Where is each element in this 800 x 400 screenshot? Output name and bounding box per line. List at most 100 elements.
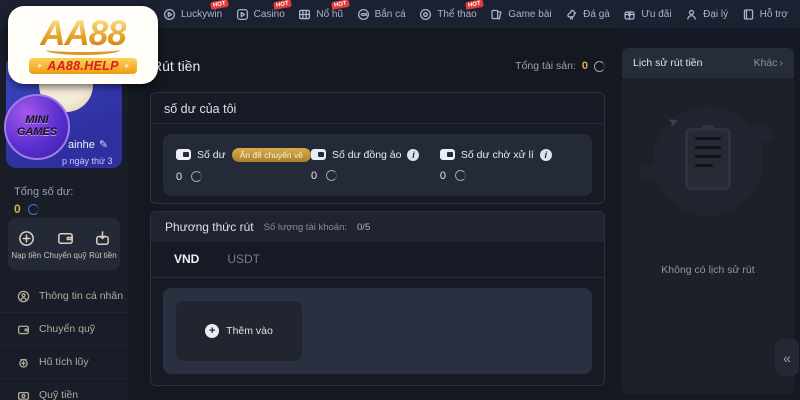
brand-ribbon: ✦ AA88.HELP ✦ [29, 58, 138, 74]
nav-label: Nổ hũ [316, 9, 343, 20]
total-assets-value: 0 [582, 60, 588, 72]
balance-box: Số dư Ấn để chuyển về 0 Số dư đồng ảo i … [163, 134, 592, 196]
nav-item-da-ga[interactable]: Đá gà [565, 8, 610, 21]
nav-item-ho-tro[interactable]: Hỗ trợ [742, 8, 788, 21]
logo-arc-decoration [46, 45, 120, 55]
wallet-icon [56, 229, 75, 248]
balance-value: 0 [440, 170, 446, 182]
transfer-button[interactable]: Chuyển quỹ [44, 229, 87, 260]
sidebar-item-transfer-funds[interactable]: Chuyển quỹ [0, 313, 128, 346]
quick-action-label: Rút tiền [89, 251, 117, 260]
balance-value: 0 [176, 171, 182, 183]
blob-decoration [743, 126, 773, 142]
nav-label: Game bài [508, 9, 551, 20]
my-balance-panel: số dư của tôi Số dư Ấn để chuyển về 0 Số… [150, 92, 605, 204]
quick-action-label: Chuyển quỹ [44, 251, 87, 260]
balance-value: 0 [311, 170, 317, 182]
username: ainhe [68, 139, 95, 151]
tab-usdt[interactable]: USDT [227, 252, 260, 277]
refresh-icon[interactable] [326, 170, 337, 181]
my-balance-title: số dư của tôi [151, 93, 604, 124]
nav-item-game-bai[interactable]: Game bài [490, 8, 551, 21]
info-icon[interactable]: i [540, 149, 552, 161]
banknote-icon [17, 389, 30, 400]
edit-icon[interactable]: ✎ [99, 138, 108, 151]
nav-item-uu-dai[interactable]: Ưu đãi [623, 8, 671, 21]
wallet-icon [17, 323, 30, 336]
nav-label: Casino [254, 9, 285, 20]
refresh-icon[interactable] [455, 170, 466, 181]
chevron-right-icon: › [780, 57, 784, 69]
withdraw-method-panel: Phương thức rút Số lượng tài khoản: 0/5 … [150, 211, 605, 386]
wallet-icon [176, 149, 191, 160]
info-icon[interactable]: i [407, 149, 419, 161]
nav-item-casino[interactable]: Casino HOT [236, 8, 285, 21]
hot-badge: HOT [465, 0, 484, 9]
sidebar-menu: Thông tin cá nhân Chuyển quỹ Hũ tích lũy… [0, 280, 128, 400]
tab-vnd[interactable]: VND [174, 252, 199, 277]
nav-label: Đá gà [583, 9, 610, 20]
transfer-back-pill[interactable]: Ấn để chuyển về [232, 148, 311, 162]
balance-virtual: Số dư đồng ảo i 0 [311, 149, 440, 182]
clipboard-line [695, 146, 721, 149]
total-balance-label: Tổng số dư: [14, 186, 73, 198]
nav-item-luckywin[interactable]: Luckywin HOT [163, 8, 222, 21]
withdraw-page: Luckywin HOT Casino HOT Nổ hũ HOT Bắn cá… [0, 0, 800, 400]
collapse-panel-button[interactable]: « [775, 339, 799, 376]
sidebar-item-money-fund[interactable]: Quỹ tiền [0, 379, 128, 400]
person-circle-icon [17, 290, 30, 303]
refresh-icon[interactable] [191, 171, 202, 182]
fish-icon [357, 8, 370, 21]
sidebar-item-label: Quỹ tiền [39, 389, 78, 400]
balance-label: Số dư chờ xử lí [461, 149, 534, 161]
diamond-icon: ✦ [123, 61, 131, 72]
nav-label: Thể thao [437, 9, 476, 20]
history-title: Lịch sử rút tiền [633, 57, 702, 69]
nav-label: Luckywin [181, 9, 222, 20]
diamond-icon: ✦ [36, 61, 44, 72]
withdraw-icon [93, 229, 112, 248]
clipboard-line [695, 137, 721, 140]
method-list-area: + Thêm vào [163, 288, 592, 374]
refresh-icon[interactable] [28, 204, 39, 215]
blob-decoration [639, 164, 665, 178]
clipboard-icon [685, 128, 731, 190]
balance-main: Số dư Ấn để chuyển về 0 [176, 148, 311, 183]
balance-label: Số dư đồng ảo [332, 149, 402, 161]
nav-label: Bắn cá [375, 9, 406, 20]
total-balance-value: 0 [14, 202, 21, 216]
nav-item-no-hu[interactable]: Nổ hũ HOT [298, 8, 343, 21]
history-body: ➤ Không có lịch sử rút [622, 78, 794, 394]
hot-badge: HOT [210, 0, 229, 9]
nav-item-the-thao[interactable]: Thể thao HOT [419, 8, 476, 21]
mini-games-badge[interactable]: MINI GAMES [4, 94, 70, 160]
history-more-link[interactable]: Khác › [754, 57, 783, 69]
page-title: Rút tiền [152, 58, 200, 74]
plus-icon: + [205, 324, 219, 338]
add-account-card[interactable]: + Thêm vào [176, 301, 302, 361]
coin-icon [17, 229, 36, 248]
withdraw-method-title: Phương thức rút [165, 220, 254, 234]
nav-item-ban-ca[interactable]: Bắn cá [357, 8, 406, 21]
empty-history-text: Không có lịch sử rút [622, 264, 794, 276]
brand-logo[interactable]: AA88 ✦ AA88.HELP ✦ [8, 6, 158, 84]
hot-badge: HOT [273, 0, 292, 9]
nav-label: Đại lý [703, 9, 728, 20]
nav-item-dai-ly[interactable]: Đại lý [685, 8, 728, 21]
withdraw-button[interactable]: Rút tiền [89, 229, 117, 260]
deposit-day-text: p ngày thứ 3 [62, 156, 113, 166]
sidebar-item-jackpot[interactable]: Hũ tích lũy [0, 346, 128, 379]
cards-icon [490, 8, 503, 21]
currency-tabs: VND USDT [151, 242, 604, 278]
quick-actions: Nạp tiền Chuyển quỹ Rút tiền [8, 218, 120, 270]
sidebar-item-label: Thông tin cá nhân [39, 290, 123, 302]
nav-label: Hỗ trợ [760, 9, 788, 20]
deposit-button[interactable]: Nạp tiền [11, 229, 41, 260]
brand-domain: AA88.HELP [47, 59, 118, 73]
withdraw-history-panel: Lịch sử rút tiền Khác › ➤ Không có lịch … [616, 28, 800, 400]
add-account-label: Thêm vào [226, 325, 273, 337]
gift-box-icon [623, 8, 636, 21]
refresh-icon[interactable] [594, 61, 605, 72]
slot-machine-icon [298, 8, 311, 21]
sidebar-item-personal-info[interactable]: Thông tin cá nhân [0, 280, 128, 313]
